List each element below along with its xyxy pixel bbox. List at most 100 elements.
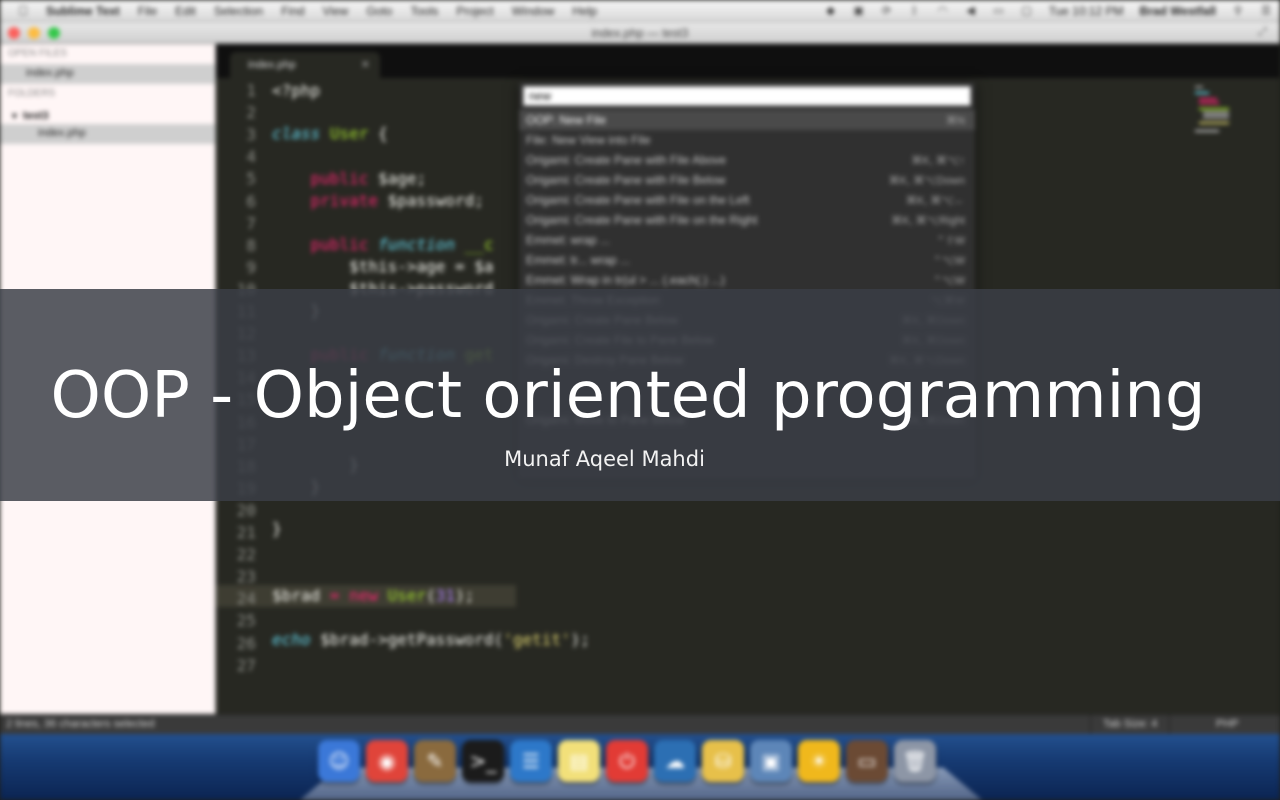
code-variable: $brad xyxy=(310,630,369,649)
command-shortcut: ⌘K, ⌘⌥↑ xyxy=(911,154,965,167)
line-number: 7 xyxy=(246,213,256,233)
tab-bar: index.php ✕ xyxy=(216,44,1280,78)
menu-window[interactable]: Window xyxy=(512,4,555,18)
open-files-header: OPEN FILES xyxy=(8,48,67,59)
menu-find[interactable]: Find xyxy=(281,4,304,18)
command-shortcut: ⌘N xyxy=(946,114,965,127)
code-text: ( xyxy=(426,586,436,605)
chrome-icon[interactable]: ◉ xyxy=(366,740,408,782)
command-shortcut: ⌘K, ⌘⌥← xyxy=(905,194,965,207)
menu-selection[interactable]: Selection xyxy=(214,4,263,18)
spotlight-icon[interactable]: ⚲ xyxy=(1231,5,1245,17)
cloud-app-icon[interactable]: ☁ xyxy=(654,740,696,782)
notes-icon[interactable]: ✎ xyxy=(414,740,456,782)
command-label: Emmet: Wrap in tr(ul > ... (.each(.) ...… xyxy=(526,273,725,287)
command-label: Origami: Create Pane with File Above xyxy=(526,153,727,167)
command-palette-item[interactable]: OOP: New File ⌘N xyxy=(519,110,975,130)
code-function-name: __c xyxy=(455,235,494,254)
line-number: 26 xyxy=(236,633,256,653)
code-keyword: echo xyxy=(272,630,311,649)
menu-user[interactable]: Brad Westfall xyxy=(1140,4,1216,18)
battery-icon[interactable]: ▭ xyxy=(992,5,1006,17)
menu-edit[interactable]: Edit xyxy=(175,4,196,18)
command-palette-item[interactable]: Origami: Create Pane with File Above ⌘K, … xyxy=(519,150,975,170)
menu-file[interactable]: File xyxy=(138,4,157,18)
code-text: { xyxy=(368,124,388,143)
sidebar-folder-file[interactable]: index.php xyxy=(0,124,215,144)
sun-app-icon[interactable]: ☀ xyxy=(798,740,840,782)
code-keyword: public xyxy=(310,235,369,254)
bluetooth-icon[interactable]: ᛒ xyxy=(908,5,922,17)
menu-tools[interactable]: Tools xyxy=(410,4,438,18)
command-palette-item[interactable]: File: New View into File xyxy=(519,130,975,150)
command-label: Origami: Create Pane with File Below xyxy=(526,173,726,187)
finder-icon[interactable]: ☺ xyxy=(318,740,360,782)
code-number: 31 xyxy=(435,586,456,605)
menu-help[interactable]: Help xyxy=(572,4,597,18)
code-variable: $age; xyxy=(368,169,427,188)
list-app-icon[interactable]: ☰ xyxy=(510,740,552,782)
code-keyword: public xyxy=(310,169,369,188)
stickies-icon[interactable]: ▤ xyxy=(558,740,600,782)
command-palette-item[interactable]: Emmet: tr... wrap ... ⌃⌥W xyxy=(519,250,975,270)
sync-icon[interactable]: ⟳ xyxy=(880,5,894,17)
menu-project[interactable]: Project xyxy=(456,4,493,18)
menu-goto[interactable]: Goto xyxy=(366,4,392,18)
status-syntax[interactable]: PHP xyxy=(1216,718,1239,730)
command-palette-item[interactable]: Origami: Create Pane with File Below ⌘K, … xyxy=(519,170,975,190)
menu-extras: ◆ ▣ ⟳ ᛒ ◠ ◀ ▭ ▢ Tue 10:12 PM Brad Westfa… xyxy=(817,0,1280,22)
screen-icon[interactable]: ▢ xyxy=(1020,5,1034,17)
command-palette-item[interactable]: Origami: Create Pane with File on the Le… xyxy=(519,190,975,210)
line-number: 23 xyxy=(236,567,256,587)
fullscreen-icon[interactable]: ⤢ xyxy=(1258,26,1272,40)
minimap[interactable] xyxy=(1191,80,1247,140)
notification-center-icon[interactable]: ☰ xyxy=(1259,5,1273,17)
sidebar-folder[interactable]: ▼ test3 xyxy=(0,104,215,124)
code-keyword: class xyxy=(272,124,321,143)
code-line-9: $this->age = $a xyxy=(272,257,494,276)
dropbox-icon[interactable]: ◆ xyxy=(824,5,838,17)
power-icon[interactable]: ⏻ xyxy=(606,740,648,782)
database-icon[interactable]: ⛁ xyxy=(702,740,744,782)
command-shortcut: ⌘K, ⌘⌥Right xyxy=(891,214,965,227)
menu-clock[interactable]: Tue 10:12 PM xyxy=(1049,4,1124,18)
apple-icon[interactable]:  xyxy=(14,3,32,18)
line-number: 20 xyxy=(236,500,256,520)
line-number: 27 xyxy=(236,655,256,675)
command-palette-input[interactable]: new xyxy=(523,86,971,106)
code-text: } xyxy=(272,519,282,538)
status-tab-size[interactable]: Tab Size: 4 xyxy=(1090,715,1171,735)
wifi-icon[interactable]: ◠ xyxy=(936,5,950,17)
menu-view[interactable]: View xyxy=(323,4,349,18)
sequel-icon[interactable]: ▭ xyxy=(846,740,888,782)
line-number: 21 xyxy=(236,523,256,542)
sidebar-open-file[interactable]: index.php xyxy=(0,64,215,84)
camera-icon[interactable]: ▣ xyxy=(852,5,866,17)
command-palette-item[interactable]: Emmet: wrap ... ⌃⇧W xyxy=(519,230,975,250)
line-number: 6 xyxy=(246,191,256,211)
tab-index-php[interactable]: index.php ✕ xyxy=(230,52,380,78)
command-palette-item[interactable]: Origami: Create Pane with File on the Ri… xyxy=(519,210,975,230)
trash-icon[interactable]: 🗑 xyxy=(894,740,936,782)
banner-title: OOP - Object oriented programming xyxy=(50,359,1206,433)
sidebar-folder-label: test3 xyxy=(22,109,49,122)
line-number: 22 xyxy=(236,545,256,565)
code-line-5: public $age; xyxy=(272,169,427,188)
line-number: 9 xyxy=(246,257,256,277)
code-line-21: } xyxy=(272,519,282,538)
virtualbox-icon[interactable]: ▣ xyxy=(750,740,792,782)
close-icon[interactable]: ✕ xyxy=(361,58,370,71)
caret-down-icon[interactable]: ▼ xyxy=(10,111,19,121)
command-palette-item[interactable]: Emmet: Wrap in tr(ul > ... (.each(.) ...… xyxy=(519,270,975,290)
command-shortcut: ⌃⌥W xyxy=(932,274,965,287)
line-number: 5 xyxy=(246,169,256,189)
code-keyword: function xyxy=(368,235,456,254)
terminal-icon[interactable]: >_ xyxy=(462,740,504,782)
menu-app-name[interactable]: Sublime Text xyxy=(46,4,120,18)
code-line-1: <?php xyxy=(272,81,320,100)
code-keyword: private xyxy=(310,191,378,210)
command-label: Origami: Create Pane with File on the Le… xyxy=(526,193,750,207)
folders-header: FOLDERS xyxy=(8,88,56,99)
volume-icon[interactable]: ◀ xyxy=(964,5,978,17)
line-number: 2 xyxy=(246,103,256,123)
